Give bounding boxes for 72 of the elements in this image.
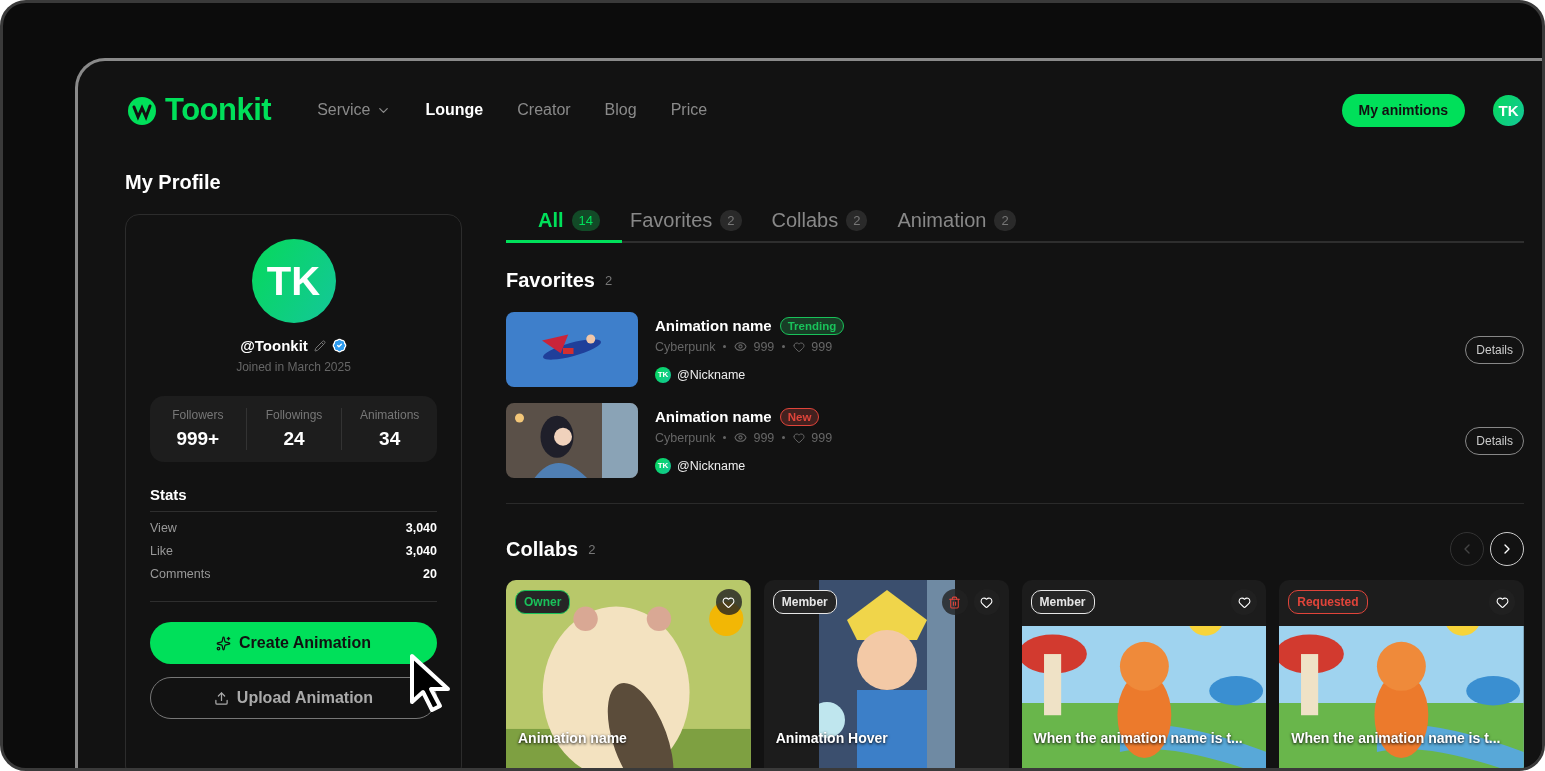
count-label: Followers: [172, 408, 224, 422]
upload-icon: [213, 690, 229, 706]
animation-name[interactable]: Animation name: [655, 408, 772, 425]
animation-name[interactable]: Animation name: [655, 317, 772, 334]
tab[interactable]: Favorites 2: [622, 209, 764, 243]
role-tag: Member: [1030, 590, 1095, 614]
genre-text: Cyberpunk: [655, 339, 716, 354]
separator-dot: [723, 345, 727, 348]
like-button[interactable]: [1231, 589, 1258, 615]
like-count: 999: [811, 430, 833, 445]
my-animations-button[interactable]: My animtions: [1341, 93, 1465, 127]
nav-link[interactable]: Price: [664, 101, 714, 119]
heart-icon: [722, 595, 736, 609]
stat-value: 3,040: [405, 544, 437, 558]
author-name[interactable]: @Nickname: [677, 458, 746, 473]
status-tag: New: [779, 407, 820, 426]
author-name[interactable]: @Nickname: [677, 367, 746, 382]
joined-date: Joined in March 2025: [236, 360, 351, 374]
tab[interactable]: All 14: [506, 209, 623, 243]
role-tag: Requested: [1288, 590, 1368, 614]
page-title: My Profile: [125, 171, 222, 194]
like-button[interactable]: [1489, 589, 1515, 615]
like-count: 999: [811, 339, 833, 354]
stat-label: Comments: [150, 567, 211, 581]
role-tag: Owner: [515, 590, 571, 614]
nav-link[interactable]: Creator: [511, 101, 577, 119]
pencil-icon[interactable]: [313, 339, 326, 352]
nav-link[interactable]: Blog: [598, 101, 643, 119]
create-animation-button[interactable]: Create Animation: [150, 622, 437, 664]
view-count: 999: [753, 339, 775, 354]
card-title: Animation Hover: [775, 730, 888, 746]
heart-icon: [793, 431, 806, 444]
nav-link[interactable]: Service: [311, 101, 398, 119]
section-title: Collabs: [506, 537, 579, 561]
heart-icon: [980, 595, 993, 609]
trash-icon: [948, 595, 961, 609]
separator-dot: [782, 345, 786, 348]
count-label: Followings: [265, 408, 323, 422]
section-count: 2: [604, 273, 613, 288]
tab[interactable]: Animation 2: [889, 209, 1038, 243]
role-tag: Member: [772, 590, 837, 614]
profile-avatar: TK: [251, 239, 336, 323]
author-avatar: TK: [655, 457, 671, 474]
section-title: Favorites: [506, 269, 595, 292]
sparkles-icon: [216, 635, 232, 651]
separator-dot: [723, 436, 727, 439]
like-button[interactable]: [973, 589, 1000, 615]
nav-link[interactable]: Lounge: [419, 101, 490, 119]
view-count: 999: [753, 430, 775, 445]
profile-handle: @Toonkit: [240, 337, 308, 354]
stat-value: 20: [423, 567, 437, 581]
logo-text: Toonkit: [165, 92, 272, 128]
eye-icon: [734, 340, 748, 353]
stat-label: View: [150, 521, 177, 535]
eye-icon: [734, 431, 748, 444]
genre-text: Cyberpunk: [655, 430, 716, 445]
count-label: Animations: [359, 408, 420, 422]
stat-label: Like: [150, 544, 173, 558]
count-value: 999+: [176, 428, 220, 450]
count-value: 24: [283, 428, 305, 450]
stats-title: Stats: [150, 486, 437, 512]
heart-icon: [1495, 595, 1509, 609]
author-avatar: TK: [655, 366, 671, 383]
count-value: 34: [379, 428, 401, 450]
tab[interactable]: Collabs 2: [763, 209, 890, 243]
heart-icon: [793, 340, 806, 353]
status-tag: Trending: [779, 316, 845, 335]
animation-card[interactable]: Member Animation Hover: [763, 580, 1009, 768]
separator-dot: [782, 436, 786, 439]
heart-icon: [1237, 595, 1251, 609]
section-count: 2: [588, 541, 596, 557]
stat-value: 3,040: [405, 521, 437, 535]
